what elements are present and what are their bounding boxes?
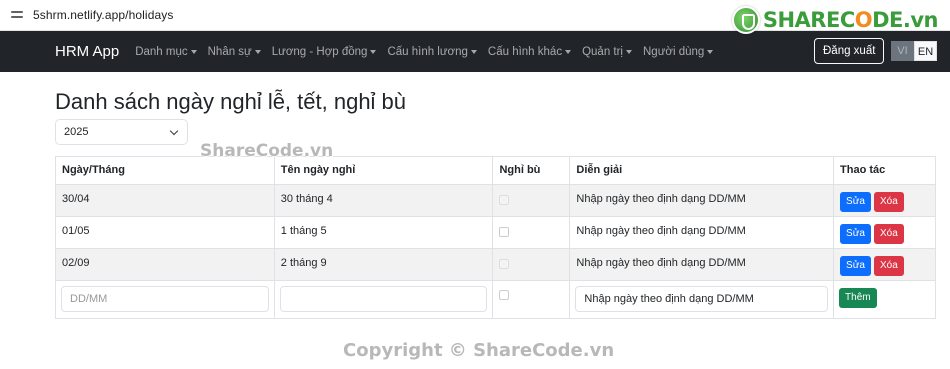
- cell-date: 01/05: [55, 216, 275, 249]
- nav-danh-muc[interactable]: Danh mục: [135, 46, 197, 58]
- brand-link[interactable]: HRM App: [55, 43, 119, 60]
- page-title: Danh sách ngày nghỉ lễ, tết, nghỉ bù: [55, 89, 407, 114]
- cell-actions: Sửa Xóa: [833, 248, 936, 281]
- holidays-table: Ngày/Tháng Tên ngày nghỉ Nghỉ bù Diễn gi…: [55, 156, 936, 319]
- cell-compensatory: [492, 184, 571, 217]
- nav-nguoi-dung[interactable]: Người dùng: [643, 46, 714, 58]
- caret-down-icon: [707, 49, 714, 54]
- table-row: 01/05 1 tháng 5 Nhập ngày theo định dạng…: [55, 216, 936, 249]
- caret-down-icon: [626, 49, 632, 54]
- table-row: 02/09 2 tháng 9 Nhập ngày theo định dạng…: [55, 248, 936, 281]
- caret-down-icon: [190, 49, 197, 54]
- nav-nhan-su[interactable]: Nhân sự: [208, 46, 261, 58]
- nav-cau-hinh-luong[interactable]: Cấu hình lương: [387, 46, 477, 58]
- watermark-bottom: Copyright © ShareCode.vn: [343, 340, 615, 361]
- table-header-row: Ngày/Tháng Tên ngày nghỉ Nghỉ bù Diễn gi…: [55, 156, 936, 185]
- caret-down-icon: [470, 49, 477, 54]
- language-switcher: VI EN: [891, 41, 937, 61]
- lang-en-button[interactable]: EN: [914, 41, 937, 61]
- table-row: 30/04 30 tháng 4 Nhập ngày theo định dạn…: [55, 184, 936, 217]
- col-header-compensatory: Nghỉ bù: [492, 156, 571, 185]
- edit-button[interactable]: Sửa: [840, 192, 871, 212]
- cell-date: 02/09: [55, 248, 275, 281]
- cell-new-compensatory: [492, 280, 571, 319]
- cell-name: 30 tháng 4: [273, 184, 494, 217]
- compensatory-checkbox[interactable]: [499, 195, 510, 205]
- year-select[interactable]: 2025: [55, 119, 188, 145]
- new-compensatory-checkbox[interactable]: [499, 290, 510, 300]
- cell-description: Nhập ngày theo định dạng DD/MM: [569, 184, 835, 217]
- cell-description: Nhập ngày theo định dạng DD/MM: [569, 248, 835, 281]
- cell-new-date: DD/MM: [55, 280, 275, 319]
- logo-icon: [731, 6, 760, 34]
- delete-button[interactable]: Xóa: [873, 224, 904, 244]
- cell-name: 1 tháng 5: [273, 216, 494, 249]
- nav-menu: Danh mục Nhân sự Lương - Hợp đồng Cấu hì…: [135, 46, 724, 58]
- delete-button[interactable]: Xóa: [873, 192, 904, 212]
- col-header-description: Diễn giải: [569, 156, 835, 185]
- caret-down-icon: [254, 49, 261, 54]
- site-settings-icon[interactable]: [11, 9, 23, 21]
- cell-new-actions: Thêm: [833, 280, 936, 319]
- year-select-value: 2025: [64, 126, 89, 138]
- logout-button[interactable]: Đăng xuất: [814, 38, 885, 64]
- cell-compensatory: [492, 216, 571, 249]
- new-holiday-row: DD/MM Nhập ngày theo định dạng DD/MM Thê…: [55, 280, 936, 319]
- nav-luong-hop-dong[interactable]: Lương - Hợp đồng: [272, 46, 377, 58]
- delete-button[interactable]: Xóa: [873, 256, 904, 276]
- cell-name: 2 tháng 9: [273, 248, 494, 281]
- caret-down-icon: [370, 49, 377, 54]
- nav-cau-hinh-khac[interactable]: Cấu hình khác: [488, 46, 572, 58]
- chevron-down-icon: [169, 126, 179, 136]
- add-button[interactable]: Thêm: [839, 288, 877, 308]
- nav-quan-tri[interactable]: Quản trị: [582, 46, 632, 58]
- compensatory-checkbox[interactable]: [499, 259, 510, 269]
- edit-button[interactable]: Sửa: [840, 256, 871, 276]
- caret-down-icon: [565, 49, 572, 54]
- cell-new-name: [273, 280, 494, 319]
- new-description-input[interactable]: Nhập ngày theo định dạng DD/MM: [575, 286, 829, 312]
- edit-button[interactable]: Sửa: [840, 224, 871, 244]
- top-navbar: HRM App Danh mục Nhân sự Lương - Hợp đồn…: [0, 31, 950, 72]
- new-date-input[interactable]: DD/MM: [61, 286, 269, 312]
- cell-actions: Sửa Xóa: [833, 184, 936, 217]
- new-name-input[interactable]: [279, 286, 488, 312]
- cell-compensatory: [492, 248, 571, 281]
- cell-date: 30/04: [55, 184, 275, 217]
- sharecode-logo: SHARECODE.vn: [731, 6, 938, 34]
- cell-description: Nhập ngày theo định dạng DD/MM: [569, 216, 835, 249]
- cell-actions: Sửa Xóa: [833, 216, 936, 249]
- lang-vi-button[interactable]: VI: [891, 41, 914, 61]
- url-text[interactable]: 5shrm.netlify.app/holidays: [33, 8, 173, 22]
- col-header-actions: Thao tác: [833, 156, 936, 185]
- watermark-top: ShareCode.vn: [200, 141, 334, 161]
- cell-new-description: Nhập ngày theo định dạng DD/MM: [569, 280, 835, 319]
- compensatory-checkbox[interactable]: [499, 227, 510, 237]
